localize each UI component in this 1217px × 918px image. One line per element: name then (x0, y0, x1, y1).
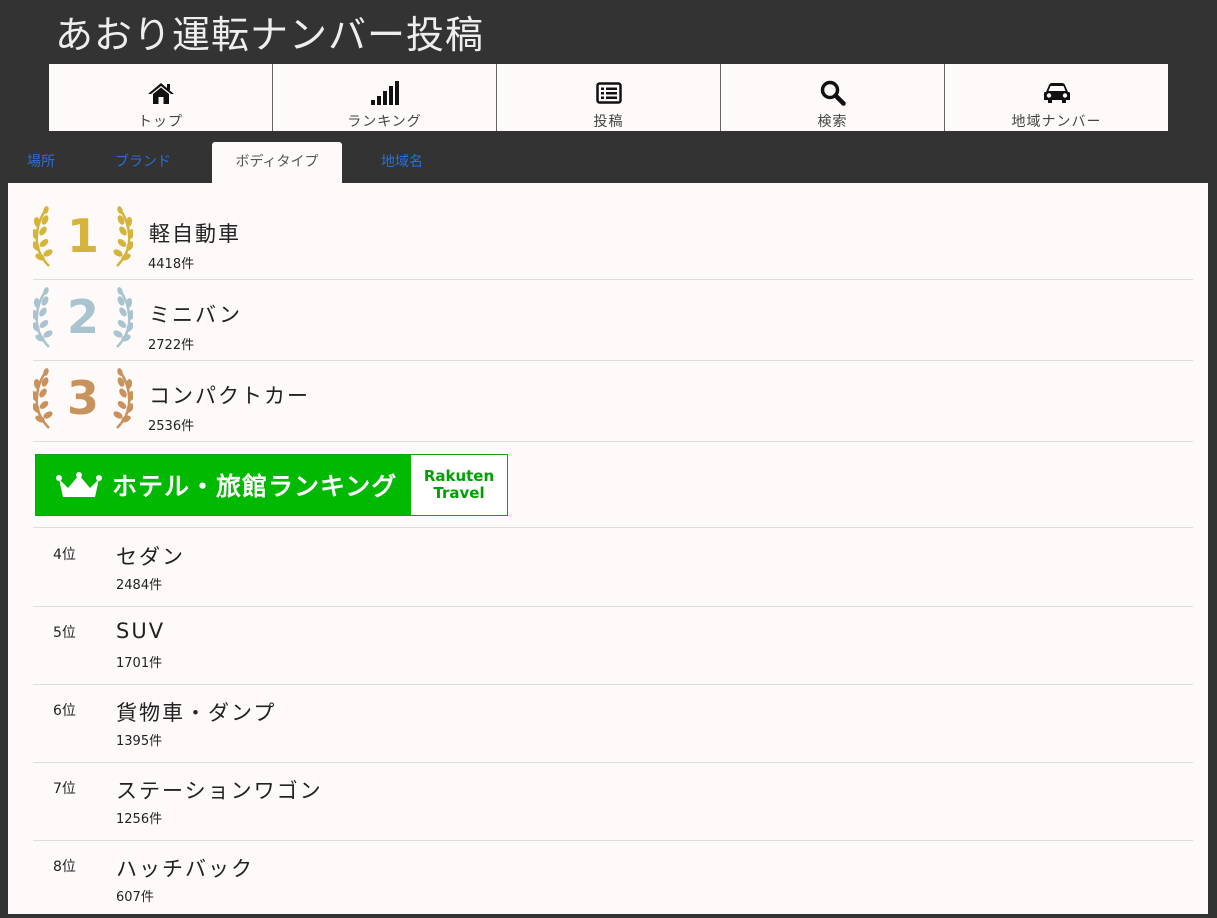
logo-line-1: Rakuten (423, 467, 495, 485)
ranking-name[interactable]: ハッチバック (116, 853, 254, 883)
ranking-row-3[interactable]: 3 コンパクトカー 2536件 (31, 360, 1193, 442)
nav-label: 検索 (817, 114, 848, 130)
ranking-row-2[interactable]: 2 ミニバン 2722件 (31, 279, 1193, 361)
car-icon (1043, 79, 1071, 107)
home-icon (147, 79, 175, 107)
rakuten-travel-logo: Rakuten Travel (411, 455, 507, 515)
nav-item-search[interactable]: 検索 (721, 64, 945, 131)
crown-icon (56, 471, 102, 499)
ranking-name[interactable]: セダン (116, 541, 185, 571)
category-tabs: 場所 ブランド ボディタイプ 地域名 (8, 142, 1208, 183)
tab-brand[interactable]: ブランド (98, 142, 188, 183)
rank-label: 6位 (53, 703, 76, 719)
ranking-row-7[interactable]: 7位 ステーションワゴン 1256件 (33, 762, 1193, 841)
ranking-count: 2536件 (148, 419, 195, 434)
rakuten-travel-banner[interactable]: ホテル・旅館ランキング Rakuten Travel (35, 454, 508, 516)
nav-item-post[interactable]: 投稿 (497, 64, 721, 131)
banner-text: ホテル・旅館ランキング (112, 472, 398, 501)
signal-bars-icon (370, 79, 400, 107)
ad-banner-row: ホテル・旅館ランキング Rakuten Travel (33, 441, 1193, 528)
ranking-count: 2722件 (148, 338, 195, 353)
banner-green-area: ホテル・旅館ランキング (36, 455, 411, 515)
gold-laurel-icon: 1 (31, 204, 135, 268)
nav-item-top[interactable]: トップ (49, 64, 273, 131)
ranking-count: 1701件 (116, 656, 163, 671)
site-title[interactable]: あおり運転ナンバー投稿 (55, 4, 484, 59)
ranking-panel: 1 軽自動車 4418件 2 ミニバン 2722件 3 コンパクトカー 2536… (8, 183, 1208, 914)
search-icon (820, 79, 846, 107)
ranking-name[interactable]: 軽自動車 (149, 218, 241, 248)
rank-label: 4位 (53, 547, 76, 563)
tab-region-name[interactable]: 地域名 (366, 142, 438, 183)
logo-line-2: Travel (433, 484, 485, 502)
main-nav: トップ ランキング 投稿 検索 地域ナンバー (49, 64, 1168, 131)
rank-number: 3 (67, 371, 99, 425)
nav-item-region[interactable]: 地域ナンバー (945, 64, 1168, 131)
ranking-count: 2484件 (116, 578, 163, 593)
ranking-count: 4418件 (148, 257, 195, 272)
ranking-row-8[interactable]: 8位 ハッチバック 607件 (33, 840, 1193, 918)
ranking-row-6[interactable]: 6位 貨物車・ダンプ 1395件 (33, 684, 1193, 763)
ranking-row-1[interactable]: 1 軽自動車 4418件 (31, 198, 1193, 280)
rank-label: 7位 (53, 781, 76, 797)
rank-number: 2 (67, 290, 99, 344)
ranking-name[interactable]: 貨物車・ダンプ (116, 697, 276, 727)
ranking-row-4[interactable]: 4位 セダン 2484件 (33, 528, 1193, 607)
silver-laurel-icon: 2 (31, 285, 135, 349)
ranking-name[interactable]: コンパクトカー (149, 380, 310, 410)
ranking-count: 1395件 (116, 734, 163, 749)
ranking-count: 607件 (116, 890, 154, 905)
nav-label: 地域ナンバー (1011, 114, 1102, 130)
ranking-name[interactable]: ミニバン (149, 299, 242, 329)
nav-label: トップ (138, 114, 183, 130)
ranking-row-5[interactable]: 5位 SUV 1701件 (33, 606, 1193, 685)
tab-body-type[interactable]: ボディタイプ (212, 142, 342, 183)
nav-label: ランキング (347, 114, 422, 130)
tab-location[interactable]: 場所 (8, 142, 74, 183)
ranking-name[interactable]: ステーションワゴン (116, 775, 323, 805)
ranking-count: 1256件 (116, 812, 163, 827)
bronze-laurel-icon: 3 (31, 366, 135, 430)
nav-item-ranking[interactable]: ランキング (273, 64, 497, 131)
ranking-name[interactable]: SUV (116, 619, 165, 643)
rank-number: 1 (67, 209, 99, 263)
list-icon (595, 79, 622, 107)
nav-label: 投稿 (593, 114, 624, 130)
rank-label: 5位 (53, 625, 76, 641)
rank-label: 8位 (53, 859, 76, 875)
